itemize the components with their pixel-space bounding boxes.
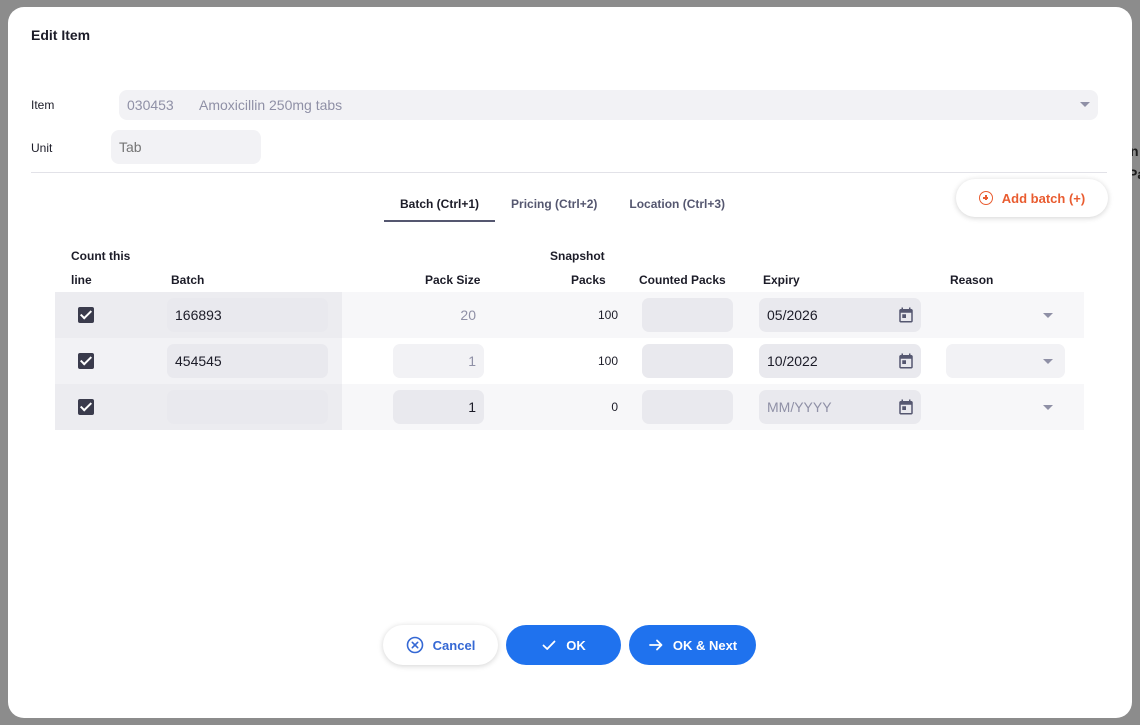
- expiry-input[interactable]: 05/2026: [759, 298, 921, 332]
- chevron-down-icon: [1043, 313, 1053, 318]
- table-row: 166893 20 100 05/2026: [55, 292, 1084, 338]
- unit-input[interactable]: [111, 130, 261, 164]
- close-circle-icon: [406, 636, 423, 654]
- ok-button[interactable]: OK: [506, 625, 621, 665]
- header-count-this-line: Count this: [71, 249, 131, 263]
- expiry-placeholder: MM/YYYY: [767, 399, 832, 415]
- pack-size-input[interactable]: 1: [393, 390, 484, 424]
- item-label: Item: [31, 98, 55, 112]
- batch-input[interactable]: 454545: [167, 344, 328, 378]
- header-expiry: Expiry: [763, 273, 800, 287]
- item-name: Amoxicillin 250mg tabs: [199, 97, 343, 113]
- header-counted-packs: Counted Packs: [639, 273, 726, 287]
- header-pack-size: Pack Size: [425, 273, 481, 287]
- reason-select[interactable]: [946, 344, 1065, 378]
- ok-label: OK: [566, 637, 586, 653]
- counted-packs-input[interactable]: [642, 344, 733, 378]
- counted-packs-input[interactable]: [642, 298, 733, 332]
- calendar-icon[interactable]: [897, 306, 915, 324]
- cancel-button[interactable]: Cancel: [383, 625, 498, 665]
- chevron-down-icon: [1080, 102, 1090, 107]
- modal-title: Edit Item: [31, 27, 91, 43]
- chevron-down-icon: [1043, 359, 1053, 364]
- expiry-input[interactable]: 10/2022: [759, 344, 921, 378]
- snapshot-packs-value: 100: [597, 308, 618, 322]
- edit-item-modal: Edit Item Item 030453 Amoxicillin 250mg …: [8, 7, 1132, 718]
- add-batch-label: Add batch (+): [1001, 190, 1086, 206]
- pack-size-value: 20: [460, 307, 476, 323]
- batch-input[interactable]: [167, 390, 328, 424]
- header-count-this-line-2: line: [71, 273, 92, 287]
- count-line-checkbox[interactable]: [78, 307, 94, 323]
- chevron-down-icon: [1043, 405, 1053, 410]
- arrow-right-icon: [648, 639, 663, 651]
- expiry-input[interactable]: MM/YYYY: [759, 390, 921, 424]
- ok-next-label: OK & Next: [672, 637, 738, 653]
- snapshot-packs-value: 100: [597, 354, 618, 368]
- calendar-icon[interactable]: [897, 398, 915, 416]
- ok-next-button[interactable]: OK & Next: [629, 625, 756, 665]
- reason-select[interactable]: [946, 298, 1065, 332]
- reason-select[interactable]: [946, 390, 1065, 424]
- header-snapshot: Snapshot: [550, 249, 605, 263]
- item-code: 030453: [127, 97, 174, 113]
- tab-pricing[interactable]: Pricing (Ctrl+2): [495, 194, 613, 222]
- divider: [31, 172, 1107, 173]
- tab-batch[interactable]: Batch (Ctrl+1): [384, 194, 496, 222]
- cancel-label: Cancel: [432, 637, 476, 653]
- expiry-value: 05/2026: [767, 307, 818, 323]
- table-row: 1 0 MM/YYYY: [55, 384, 1084, 430]
- tab-location[interactable]: Location (Ctrl+3): [613, 194, 741, 222]
- unit-label: Unit: [31, 141, 53, 155]
- pack-size-input[interactable]: 1: [393, 344, 484, 378]
- snapshot-packs-value: 0: [611, 400, 618, 414]
- tab-bar: Batch (Ctrl+1) Pricing (Ctrl+2) Location…: [384, 194, 741, 222]
- table-row: 454545 1 100 10/2022: [55, 338, 1084, 384]
- add-batch-button[interactable]: Add batch (+): [956, 179, 1108, 217]
- plus-circle-icon: [978, 191, 993, 205]
- calendar-icon[interactable]: [897, 352, 915, 370]
- count-line-checkbox[interactable]: [78, 399, 94, 415]
- check-icon: [542, 640, 556, 650]
- header-snapshot-packs: Packs: [571, 273, 606, 287]
- count-line-checkbox[interactable]: [78, 353, 94, 369]
- expiry-value: 10/2022: [767, 353, 818, 369]
- item-select[interactable]: 030453 Amoxicillin 250mg tabs: [119, 90, 1098, 120]
- header-batch: Batch: [171, 273, 205, 287]
- counted-packs-input[interactable]: [642, 390, 733, 424]
- header-reason: Reason: [950, 273, 994, 287]
- batch-input[interactable]: 166893: [167, 298, 328, 332]
